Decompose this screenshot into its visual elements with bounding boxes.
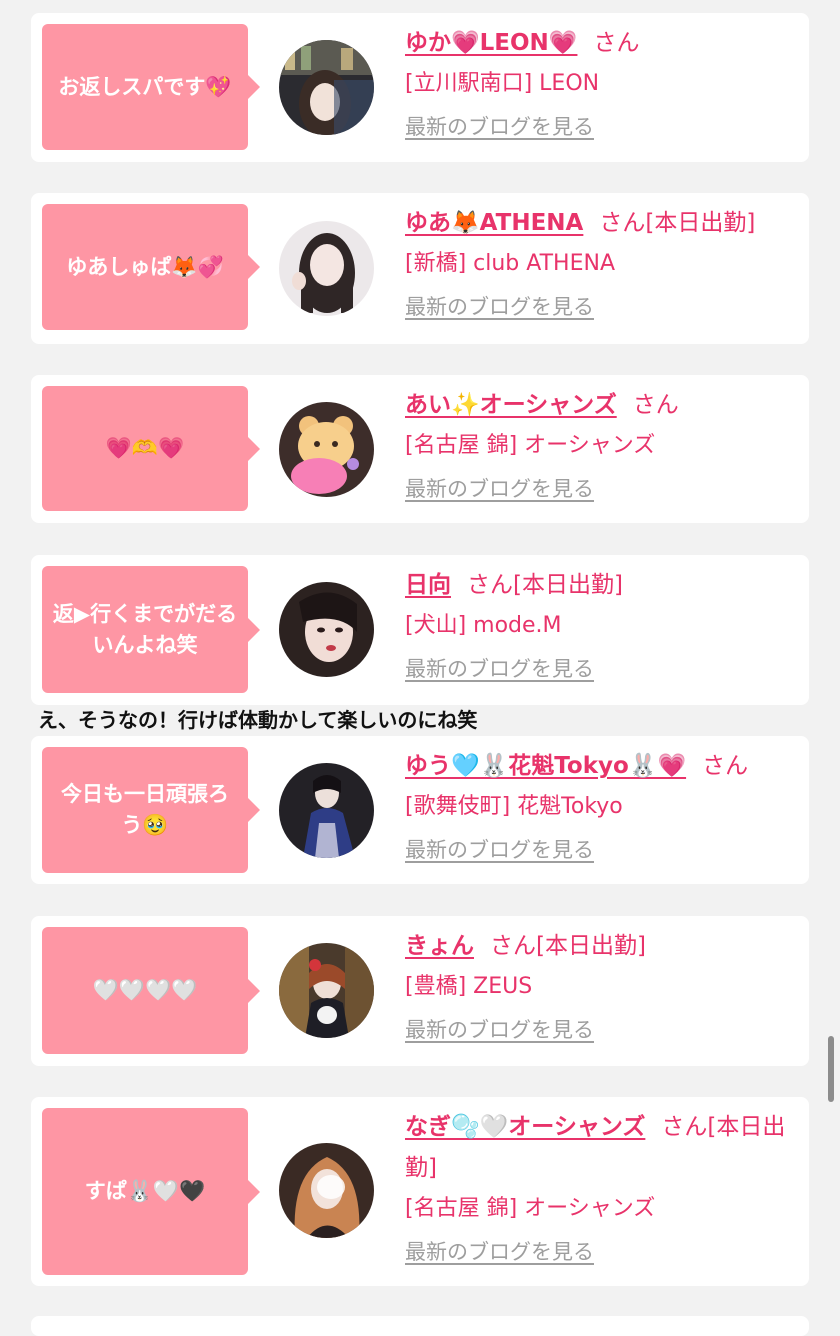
message-card: 返▶行くまでがだるいんよね笑 日向 さん[本日出勤] [犬山] mode.M 最新… [31, 555, 809, 705]
profile-name-link[interactable]: きょん [405, 933, 474, 959]
avatar-photo-icon [279, 221, 374, 316]
message-card: 💗🫶💗 あい✨オーシャンズ さん [名古屋 錦] オーシャンズ 最新のブログを見る [31, 375, 809, 523]
avatar[interactable] [279, 763, 374, 858]
honorific: さん[本日出勤] [467, 572, 623, 598]
honorific: さん [702, 753, 749, 779]
scrollbar[interactable] [828, 1036, 834, 1102]
avatar-photo-icon [279, 40, 374, 135]
bear-illustration-icon [279, 402, 374, 497]
shop-label: [立川駅南口] LEON [405, 71, 600, 96]
profile-name-link[interactable]: ゆあ🦊ATHENA [405, 210, 583, 236]
card-info: ゆあ🦊ATHENA さん[本日出勤] [新橋] club ATHENA 最新のブロ… [405, 203, 795, 324]
message-card: ゆあしゅぱ🦊💞 ゆあ🦊ATHENA さん[本日出勤] [新橋] club ATHE… [31, 193, 809, 344]
shop-label: [名古屋 錦] オーシャンズ [405, 1196, 656, 1221]
honorific: さん[本日出勤] [490, 933, 646, 959]
name-line: 日向 さん[本日出勤] [405, 565, 795, 606]
latest-blog-link[interactable]: 最新のブログを見る [405, 1235, 594, 1269]
message-bubble: 返▶行くまでがだるいんよね笑 [42, 566, 260, 693]
shop-label: [豊橋] ZEUS [405, 974, 533, 999]
avatar[interactable] [279, 943, 374, 1038]
name-line: あい✨オーシャンズ さん [405, 385, 795, 426]
message-bubble: 今日も一日頑張ろう🥹 [42, 747, 260, 873]
honorific: さん [593, 30, 640, 56]
latest-blog-link[interactable]: 最新のブログを見る [405, 652, 594, 686]
name-line: ゆう🩵🐰花魁Tokyo🐰💗 さん [405, 746, 795, 787]
avatar[interactable] [279, 402, 374, 497]
avatar-photo-icon [279, 582, 374, 677]
avatar[interactable] [279, 221, 374, 316]
shop-label: [歌舞伎町] 花魁Tokyo [405, 794, 623, 819]
name-line: ゆあ🦊ATHENA さん[本日出勤] [405, 203, 795, 244]
profile-name-link[interactable]: あい✨オーシャンズ [405, 392, 617, 418]
message-bubble: 🤍🤍🤍🤍 [42, 927, 260, 1054]
profile-name-link[interactable]: ゆか💗LEON💗 [405, 30, 577, 56]
name-line: ゆか💗LEON💗 さん [405, 23, 795, 64]
avatar[interactable] [279, 1143, 374, 1238]
shop-label: [新橋] club ATHENA [405, 251, 615, 276]
card-info: 日向 さん[本日出勤] [犬山] mode.M 最新のブログを見る [405, 565, 795, 686]
message-bubble: すぱ🐰🤍🖤 [42, 1108, 260, 1275]
message-card-partial [31, 1316, 809, 1336]
latest-blog-link[interactable]: 最新のブログを見る [405, 833, 594, 867]
honorific: さん[本日出勤] [599, 210, 756, 236]
message-card: お返しスパです💖 ゆか💗LEON💗 さん [立川駅南口] LEON 最新のブログを… [31, 13, 809, 162]
profile-name-link[interactable]: なぎ🫧🤍オーシャンズ [405, 1114, 645, 1140]
latest-blog-link[interactable]: 最新のブログを見る [405, 290, 594, 324]
profile-name-link[interactable]: 日向 [405, 572, 451, 598]
message-card: 🤍🤍🤍🤍 きょん さん[本日出勤] [豊橋] ZEUS 最新のブログを見る [31, 916, 809, 1066]
avatar-photo-icon [279, 1143, 374, 1238]
latest-blog-link[interactable]: 最新のブログを見る [405, 1013, 594, 1047]
avatar[interactable] [279, 582, 374, 677]
message-bubble: ゆあしゅぱ🦊💞 [42, 204, 260, 330]
profile-name-link[interactable]: ゆう🩵🐰花魁Tokyo🐰💗 [405, 753, 686, 779]
honorific: さん [632, 392, 679, 418]
message-card: 今日も一日頑張ろう🥹 ゆう🩵🐰花魁Tokyo🐰💗 さん [歌舞伎町] 花魁Toky… [31, 736, 809, 884]
latest-blog-link[interactable]: 最新のブログを見る [405, 472, 594, 506]
message-card: すぱ🐰🤍🖤 なぎ🫧🤍オーシャンズ さん[本日出勤] [名古屋 錦] オーシャンズ … [31, 1097, 809, 1286]
overlay-comment: え、そうなの！行けば体動かして楽しいのにね笑 [38, 708, 478, 732]
name-line: きょん さん[本日出勤] [405, 926, 795, 967]
shop-label: [名古屋 錦] オーシャンズ [405, 433, 656, 458]
card-info: あい✨オーシャンズ さん [名古屋 錦] オーシャンズ 最新のブログを見る [405, 385, 795, 506]
card-info: ゆか💗LEON💗 さん [立川駅南口] LEON 最新のブログを見る [405, 23, 795, 144]
card-info: ゆう🩵🐰花魁Tokyo🐰💗 さん [歌舞伎町] 花魁Tokyo 最新のブログを見る [405, 746, 795, 867]
message-bubble: 💗🫶💗 [42, 386, 260, 511]
avatar-photo-icon [279, 763, 374, 858]
card-info: きょん さん[本日出勤] [豊橋] ZEUS 最新のブログを見る [405, 926, 795, 1047]
card-info: なぎ🫧🤍オーシャンズ さん[本日出勤] [名古屋 錦] オーシャンズ 最新のブログ… [405, 1107, 795, 1269]
message-bubble: お返しスパです💖 [42, 24, 260, 150]
shop-label: [犬山] mode.M [405, 613, 562, 638]
name-line: なぎ🫧🤍オーシャンズ さん[本日出勤] [405, 1107, 795, 1189]
avatar[interactable] [279, 40, 374, 135]
avatar-photo-icon [279, 943, 374, 1038]
latest-blog-link[interactable]: 最新のブログを見る [405, 110, 594, 144]
